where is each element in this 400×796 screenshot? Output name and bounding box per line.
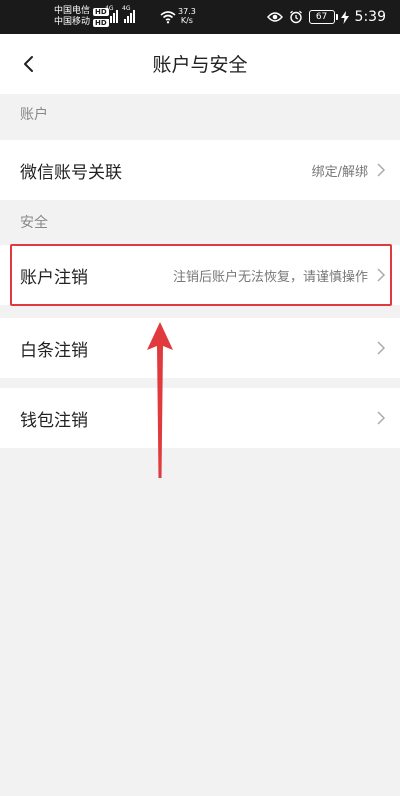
section-label-security: 安全 [20, 215, 48, 231]
carrier-2: 中国移动 [54, 17, 91, 27]
charging-icon [340, 10, 349, 24]
chevron-right-icon [377, 268, 386, 282]
row-wechat-link[interactable]: 微信账号关联 绑定/解绑 [0, 140, 400, 200]
network-speed: 37.3 K/s [178, 7, 196, 25]
row-label: 微信账号关联 [20, 163, 122, 183]
chevron-right-icon [377, 411, 386, 425]
row-label: 账户注销 [20, 268, 88, 288]
alarm-icon [289, 10, 302, 24]
page-title: 账户与安全 [152, 54, 248, 76]
battery-icon: 67 [308, 10, 338, 24]
row-value: 注销后账户无法恢复，请谨慎操作 [172, 270, 368, 285]
signal-indicators: 4G 4G [105, 5, 135, 23]
row-value: 绑定/解绑 [311, 165, 368, 180]
network-type: 4G [105, 5, 114, 12]
wifi-icon [160, 11, 176, 24]
arrow-up-icon [147, 322, 173, 478]
row-label: 白条注销 [20, 341, 88, 361]
row-wallet-cancel[interactable]: 钱包注销 [0, 388, 400, 448]
network-type: 4G [122, 5, 131, 12]
section-label-account: 账户 [20, 107, 48, 123]
signal-icon: 4G [105, 5, 118, 23]
status-right: 67 5:39 [266, 9, 386, 25]
chevron-right-icon [377, 163, 386, 177]
header: 账户与安全 [0, 34, 400, 94]
carrier-info: 中国电信 HD 中国移动 HD [54, 6, 109, 28]
row-account-cancel[interactable]: 账户注销 注销后账户无法恢复，请谨慎操作 [0, 245, 400, 305]
eye-icon [266, 12, 283, 22]
chevron-right-icon [377, 341, 386, 355]
carrier-1: 中国电信 [54, 6, 91, 16]
signal-icon: 4G [122, 5, 135, 23]
status-bar: 中国电信 HD 中国移动 HD 4G 4G 37.3 K/s 67 5:39 [0, 0, 400, 34]
row-baitiao-cancel[interactable]: 白条注销 [0, 318, 400, 378]
clock-time: 5:39 [354, 9, 386, 25]
row-label: 钱包注销 [20, 411, 88, 431]
